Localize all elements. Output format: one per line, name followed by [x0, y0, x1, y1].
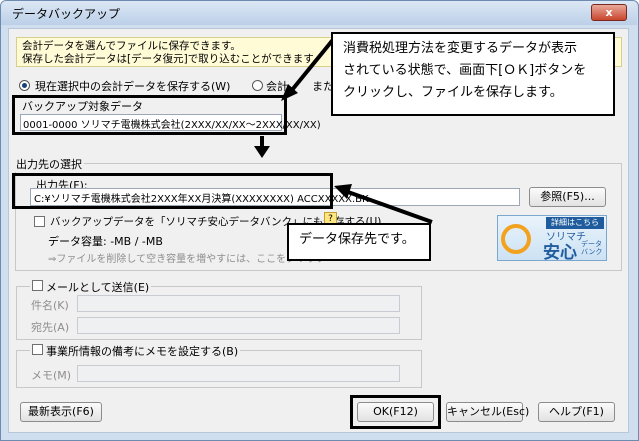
- callout-destination: データ保存先です。: [287, 223, 431, 261]
- callout-line-1: 消費税処理方法を変更するデータが表示: [343, 41, 578, 56]
- arrow-to-target: [290, 34, 338, 92]
- arrowhead-down-to-output: [254, 146, 270, 158]
- callout-line-2: されている状態で、画面下[ＯＫ]ボタンを: [343, 63, 587, 78]
- callout-destination-text: データ保存先です。: [299, 232, 415, 247]
- callout-instructions: 消費税処理方法を変更するデータが表示 されている状態で、画面下[ＯＫ]ボタンを …: [331, 32, 615, 116]
- arrow-to-output-path: [347, 190, 433, 224]
- callout-line-3: クリックし、ファイルを保存します。: [343, 85, 563, 100]
- arrowhead-to-output-path: [334, 184, 352, 199]
